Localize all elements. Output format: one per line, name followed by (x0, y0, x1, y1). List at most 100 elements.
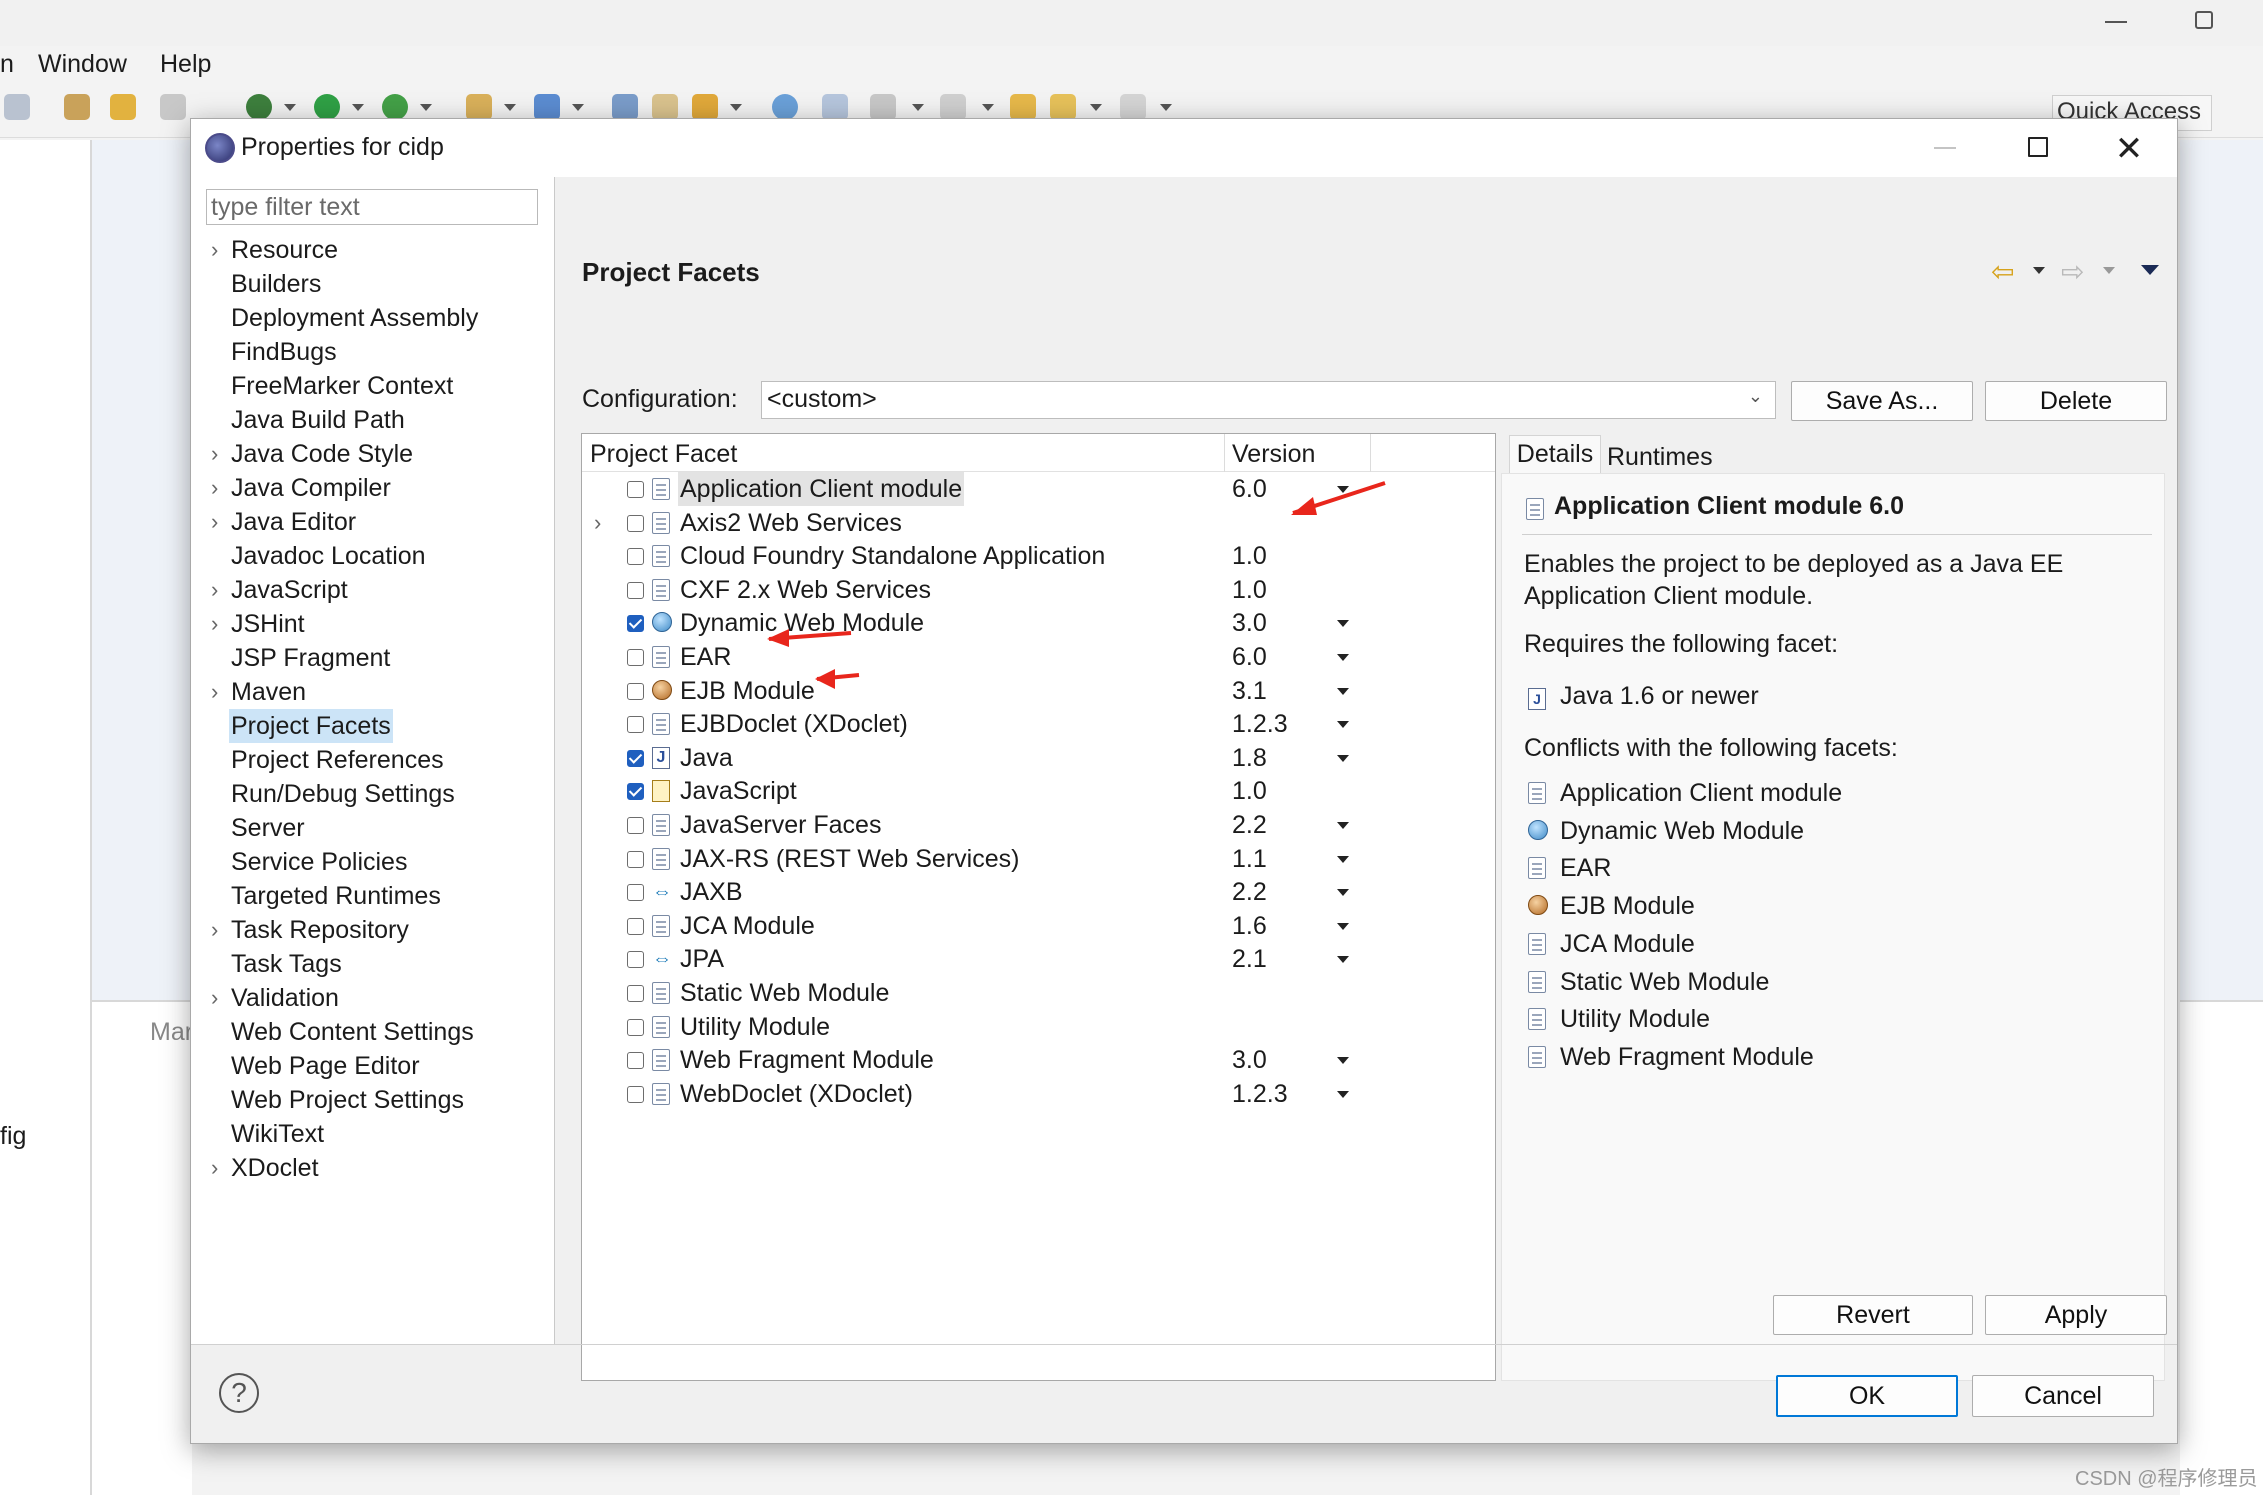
nav-item[interactable]: › Resource (191, 233, 555, 267)
chevron-down-icon[interactable] (572, 104, 584, 111)
filter-input[interactable] (206, 189, 538, 225)
toolbar-icon[interactable] (692, 94, 718, 120)
debug-icon[interactable] (246, 94, 272, 120)
chevron-right-icon[interactable]: › (211, 505, 218, 539)
nav-item[interactable]: Javadoc Location (191, 539, 555, 573)
help-icon[interactable]: ? (219, 1373, 259, 1413)
chevron-down-icon[interactable] (420, 104, 432, 111)
nav-item[interactable]: FindBugs (191, 335, 555, 369)
facet-checkbox[interactable] (627, 917, 644, 935)
version-dropdown-icon[interactable] (1337, 754, 1349, 762)
cancel-button[interactable]: Cancel (1972, 1375, 2154, 1417)
toolbar-icon[interactable] (110, 94, 136, 120)
version-dropdown-icon[interactable] (1337, 654, 1349, 661)
facet-row[interactable]: CXF 2.x Web Services 1.0 (582, 573, 1495, 607)
minimize-icon[interactable] (1934, 147, 1956, 149)
chevron-right-icon[interactable]: › (211, 607, 218, 641)
facet-checkbox[interactable] (627, 985, 644, 1002)
facet-checkbox[interactable] (627, 1052, 644, 1070)
version-dropdown-icon[interactable] (1337, 822, 1349, 829)
chevron-down-icon[interactable] (912, 104, 924, 111)
facet-version[interactable]: 3.0 (1232, 1043, 1267, 1077)
nav-item[interactable]: › Task Repository (191, 913, 555, 947)
nav-item[interactable]: Server (191, 811, 555, 845)
back-arrow-icon[interactable]: ⇦ (1991, 255, 2014, 288)
chevron-down-icon[interactable] (352, 104, 364, 111)
nav-item[interactable]: › Java Editor (191, 505, 555, 539)
nav-item[interactable]: FreeMarker Context (191, 369, 555, 403)
toolbar-icon[interactable] (822, 94, 848, 120)
facet-row[interactable]: Cloud Foundry Standalone Application 1.0 (582, 539, 1495, 573)
nav-item[interactable]: Builders (191, 267, 555, 301)
facet-checkbox[interactable] (627, 649, 644, 666)
nav-item[interactable]: Deployment Assembly (191, 301, 555, 335)
facet-row[interactable]: Static Web Module (582, 976, 1495, 1010)
nav-item[interactable]: Web Page Editor (191, 1049, 555, 1083)
nav-item[interactable]: Project References (191, 743, 555, 777)
nav-item[interactable]: › Java Compiler (191, 471, 555, 505)
facet-version[interactable]: 1.2.3 (1232, 707, 1288, 741)
facet-checkbox[interactable] (627, 749, 644, 767)
facet-version[interactable]: 1.1 (1232, 842, 1267, 876)
facet-version[interactable]: 6.0 (1232, 640, 1267, 674)
ok-button[interactable]: OK (1776, 1375, 1958, 1417)
chevron-down-icon[interactable] (1160, 104, 1172, 111)
facet-version[interactable]: 1.0 (1232, 539, 1267, 573)
nav-item[interactable]: › Maven (191, 675, 555, 709)
chevron-down-icon[interactable] (284, 104, 296, 111)
facet-row[interactable]: JavaServer Faces 2.2 (582, 808, 1495, 842)
nav-item[interactable]: Targeted Runtimes (191, 879, 555, 913)
save-as-button[interactable]: Save As... (1791, 381, 1973, 421)
facet-checkbox[interactable] (627, 682, 644, 700)
menu-item-window[interactable]: Window (38, 50, 127, 79)
facet-row[interactable]: J Java 1.8 (582, 741, 1495, 775)
facet-row[interactable]: Dynamic Web Module 3.0 (582, 606, 1495, 640)
nav-item[interactable]: › XDoclet (191, 1151, 555, 1185)
facet-version[interactable]: 1.2.3 (1232, 1077, 1288, 1111)
configuration-select[interactable]: <custom> ⌄ (761, 381, 1776, 419)
back-history-dropdown-icon[interactable] (2033, 267, 2045, 274)
facet-checkbox[interactable] (627, 548, 644, 566)
version-dropdown-icon[interactable] (1337, 620, 1349, 628)
toolbar-icon[interactable] (534, 94, 560, 120)
facet-checkbox[interactable] (627, 716, 644, 734)
menu-item-partial[interactable]: n (0, 50, 14, 79)
facet-version[interactable]: 1.0 (1232, 573, 1267, 607)
facet-version[interactable]: 3.0 (1232, 606, 1267, 640)
facet-row[interactable]: EJBDoclet (XDoclet) 1.2.3 (582, 707, 1495, 741)
view-menu-icon[interactable] (2141, 265, 2159, 275)
maximize-icon[interactable] (2028, 137, 2048, 157)
facet-row[interactable]: JavaScript 1.0 (582, 774, 1495, 808)
facet-row[interactable]: Web Fragment Module 3.0 (582, 1043, 1495, 1077)
nav-item[interactable]: Run/Debug Settings (191, 777, 555, 811)
version-dropdown-icon[interactable] (1337, 889, 1349, 897)
chevron-down-icon[interactable] (982, 104, 994, 111)
facet-checkbox[interactable] (627, 1085, 644, 1103)
chevron-right-icon[interactable]: › (211, 233, 218, 267)
facet-version[interactable]: 6.0 (1232, 472, 1267, 506)
version-dropdown-icon[interactable] (1337, 721, 1349, 729)
toolbar-icon[interactable] (466, 94, 492, 120)
facet-checkbox[interactable] (627, 615, 644, 633)
facet-checkbox[interactable] (627, 951, 644, 969)
version-dropdown-icon[interactable] (1337, 956, 1349, 964)
toolbar-icon[interactable] (64, 94, 90, 120)
facet-checkbox[interactable] (627, 481, 644, 498)
facet-checkbox[interactable] (627, 514, 644, 532)
chevron-right-icon[interactable]: › (211, 437, 218, 471)
nav-item[interactable]: Web Content Settings (191, 1015, 555, 1049)
nav-item[interactable]: Project Facets (191, 709, 555, 743)
facet-row[interactable]: EAR 6.0 (582, 640, 1495, 674)
nav-item[interactable]: Task Tags (191, 947, 555, 981)
column-header-version[interactable]: Version (1232, 440, 1315, 469)
ide-restore-icon[interactable] (2195, 11, 2213, 29)
delete-button[interactable]: Delete (1985, 381, 2167, 421)
facet-row[interactable]: Utility Module (582, 1010, 1495, 1044)
chevron-down-icon[interactable] (730, 104, 742, 111)
facet-row[interactable]: ⇔ JAXB 2.2 (582, 875, 1495, 909)
facet-row[interactable]: WebDoclet (XDoclet) 1.2.3 (582, 1077, 1495, 1111)
revert-button[interactable]: Revert (1773, 1295, 1973, 1335)
tab-details[interactable]: Details (1509, 435, 1601, 473)
facet-version[interactable]: 3.1 (1232, 674, 1267, 708)
ide-minimize-icon[interactable] (2105, 21, 2127, 23)
